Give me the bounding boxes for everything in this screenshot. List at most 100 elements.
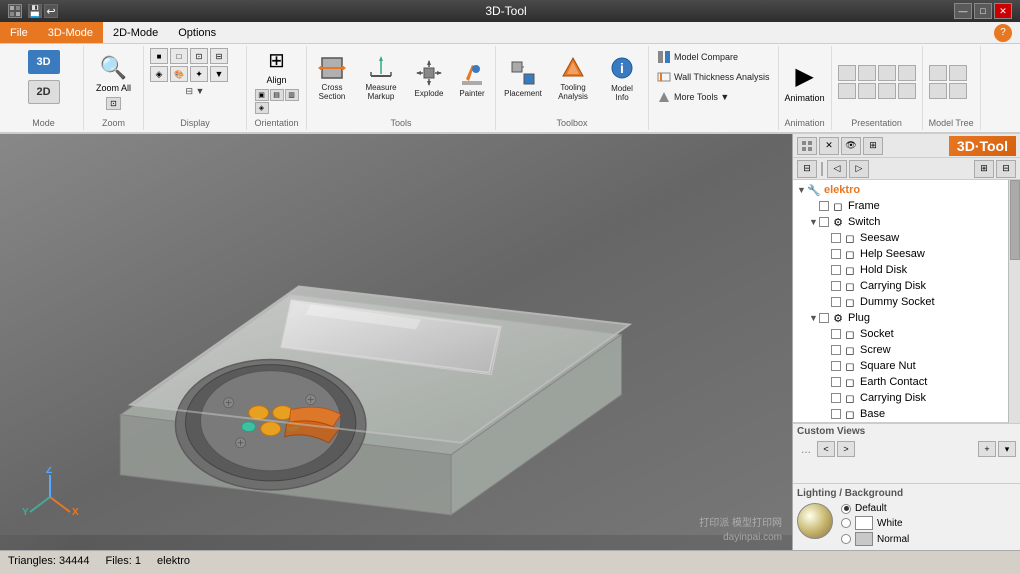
align-icon[interactable]: ⊞	[268, 48, 285, 73]
tree-toggle[interactable]: ▼	[797, 185, 807, 195]
radio-default[interactable]	[841, 504, 851, 514]
display-xray-btn[interactable]: ◈	[150, 66, 168, 82]
radio-normal[interactable]	[841, 534, 851, 544]
cv-add-button[interactable]: +	[978, 441, 996, 457]
mode-2d-button[interactable]: 2D	[23, 78, 65, 106]
tree-toggle-switch[interactable]: ▼	[809, 217, 819, 227]
tree-toggle-plug[interactable]: ▼	[809, 313, 819, 323]
panel-tb-btn4[interactable]: ⊞	[974, 160, 994, 178]
panel-tb-btn5[interactable]: ⊟	[996, 160, 1016, 178]
model-info-button[interactable]: i Model Info	[600, 48, 644, 108]
help-button[interactable]: ?	[994, 24, 1012, 42]
display-wireframe-btn[interactable]: □	[170, 48, 188, 64]
display-shaded-btn[interactable]: ■	[150, 48, 168, 64]
cv-prev-button[interactable]: <	[817, 441, 835, 457]
cv-options-button[interactable]: ▾	[998, 441, 1016, 457]
tree-btn-4[interactable]	[949, 83, 967, 99]
tree-item-earthcontact[interactable]: ◻ Earth Contact	[793, 374, 1008, 390]
cb[interactable]	[831, 297, 841, 307]
undo-icon[interactable]: ↩	[44, 4, 58, 18]
tree-scrollbar[interactable]	[1008, 180, 1020, 423]
zoom-all-icon[interactable]: 🔍	[100, 55, 127, 81]
lighting-globe[interactable]	[797, 503, 833, 539]
tree-item-carryingdisk2[interactable]: ◻ Carrying Disk	[793, 390, 1008, 406]
scrollbar-thumb[interactable]	[1010, 180, 1020, 260]
model-tree[interactable]: ▼ 🔧 elektro ◻ Frame ▼ ⚙ Switch	[793, 180, 1008, 423]
display-dropdown[interactable]: ⊟ ▼	[186, 86, 205, 97]
cb[interactable]	[831, 393, 841, 403]
animation-icon[interactable]: ▶	[795, 62, 813, 91]
placement-button[interactable]: Placement	[500, 48, 546, 108]
orient-btn-2[interactable]: ▤	[270, 89, 284, 101]
display-edges-btn[interactable]: ⊡	[190, 48, 208, 64]
more-tools-button[interactable]: More Tools ▼	[653, 88, 774, 106]
tree-item-holddisk[interactable]: ◻ Hold Disk	[793, 262, 1008, 278]
model-compare-button[interactable]: Model Compare	[653, 48, 774, 66]
mode-3d-button[interactable]: 3D	[23, 48, 65, 76]
tree-item-screw1[interactable]: ◻ Screw	[793, 342, 1008, 358]
orient-btn-4[interactable]: ◈	[255, 102, 269, 114]
orient-btn-3[interactable]: ▥	[285, 89, 299, 101]
pres-btn-8[interactable]	[898, 83, 916, 99]
cv-next-button[interactable]: >	[837, 441, 855, 457]
tree-item-frame[interactable]: ◻ Frame	[793, 198, 1008, 214]
panel-tb-btn1[interactable]: ⊟	[797, 160, 817, 178]
tree-item-squarenut[interactable]: ◻ Square Nut	[793, 358, 1008, 374]
pres-btn-6[interactable]	[858, 83, 876, 99]
panel-eye-btn[interactable]: 👁	[841, 137, 861, 155]
tree-checkbox[interactable]	[819, 201, 829, 211]
tree-item-switch[interactable]: ▼ ⚙ Switch	[793, 214, 1008, 230]
zoom-small-btn[interactable]: ⊡	[106, 97, 121, 110]
cb[interactable]	[831, 329, 841, 339]
orient-btn-1[interactable]: ▣	[255, 89, 269, 101]
panel-tb-btn2[interactable]: ◁	[827, 160, 847, 178]
save-icon[interactable]: 💾	[28, 4, 42, 18]
tree-btn-1[interactable]	[929, 65, 947, 81]
display-section-btn[interactable]: ✦	[190, 66, 208, 82]
tree-item-base[interactable]: ◻ Base	[793, 406, 1008, 422]
tree-item-helpseesaw[interactable]: ◻ Help Seesaw	[793, 246, 1008, 262]
radio-white[interactable]	[841, 518, 851, 528]
display-extra-btn[interactable]: ▼	[210, 66, 228, 82]
menu-2dmode[interactable]: 2D-Mode	[103, 22, 168, 43]
menu-options[interactable]: Options	[168, 22, 226, 43]
minimize-button[interactable]: —	[954, 3, 972, 19]
display-hidden-btn[interactable]: ⊟	[210, 48, 228, 64]
cb[interactable]	[831, 233, 841, 243]
tree-item-seesaw[interactable]: ◻ Seesaw	[793, 230, 1008, 246]
panel-tb-btn3[interactable]: ▷	[849, 160, 869, 178]
pres-btn-3[interactable]	[878, 65, 896, 81]
3d-viewport[interactable]: X Y Z 打印派 模型打印网 dayinpai.com	[0, 134, 792, 550]
cb[interactable]	[831, 377, 841, 387]
pres-btn-2[interactable]	[858, 65, 876, 81]
menu-3dmode[interactable]: 3D-Mode	[38, 22, 103, 43]
pres-btn-5[interactable]	[838, 83, 856, 99]
menu-file[interactable]: File	[0, 22, 38, 43]
pres-btn-1[interactable]	[838, 65, 856, 81]
wall-thickness-button[interactable]: Wall Thickness Analysis	[653, 68, 774, 86]
cb[interactable]	[831, 345, 841, 355]
maximize-button[interactable]: □	[974, 3, 992, 19]
tree-item-dummysocket[interactable]: ◻ Dummy Socket	[793, 294, 1008, 310]
painter-button[interactable]: Painter	[453, 48, 491, 108]
explode-button[interactable]: Explode	[409, 48, 449, 108]
panel-view-btn[interactable]	[797, 137, 817, 155]
tooling-analysis-button[interactable]: ToolingAnalysis	[550, 48, 596, 108]
tree-item-carryingdisk1[interactable]: ◻ Carrying Disk	[793, 278, 1008, 294]
tree-item-plug[interactable]: ▼ ⚙ Plug	[793, 310, 1008, 326]
cb-plug[interactable]	[819, 313, 829, 323]
pres-btn-7[interactable]	[878, 83, 896, 99]
cb[interactable]	[831, 361, 841, 371]
cb[interactable]	[831, 281, 841, 291]
display-color-btn[interactable]: 🎨	[170, 66, 188, 82]
tree-item-elektro[interactable]: ▼ 🔧 elektro	[793, 182, 1008, 198]
panel-expand-btn[interactable]: ⊞	[863, 137, 883, 155]
tree-checkbox-switch[interactable]	[819, 217, 829, 227]
cb[interactable]	[831, 249, 841, 259]
tree-btn-2[interactable]	[949, 65, 967, 81]
cb[interactable]	[831, 265, 841, 275]
panel-close-btn[interactable]: ✕	[819, 137, 839, 155]
cross-section-button[interactable]: CrossSection	[311, 48, 353, 108]
measure-markup-button[interactable]: MeasureMarkup	[357, 48, 405, 108]
close-button[interactable]: ✕	[994, 3, 1012, 19]
